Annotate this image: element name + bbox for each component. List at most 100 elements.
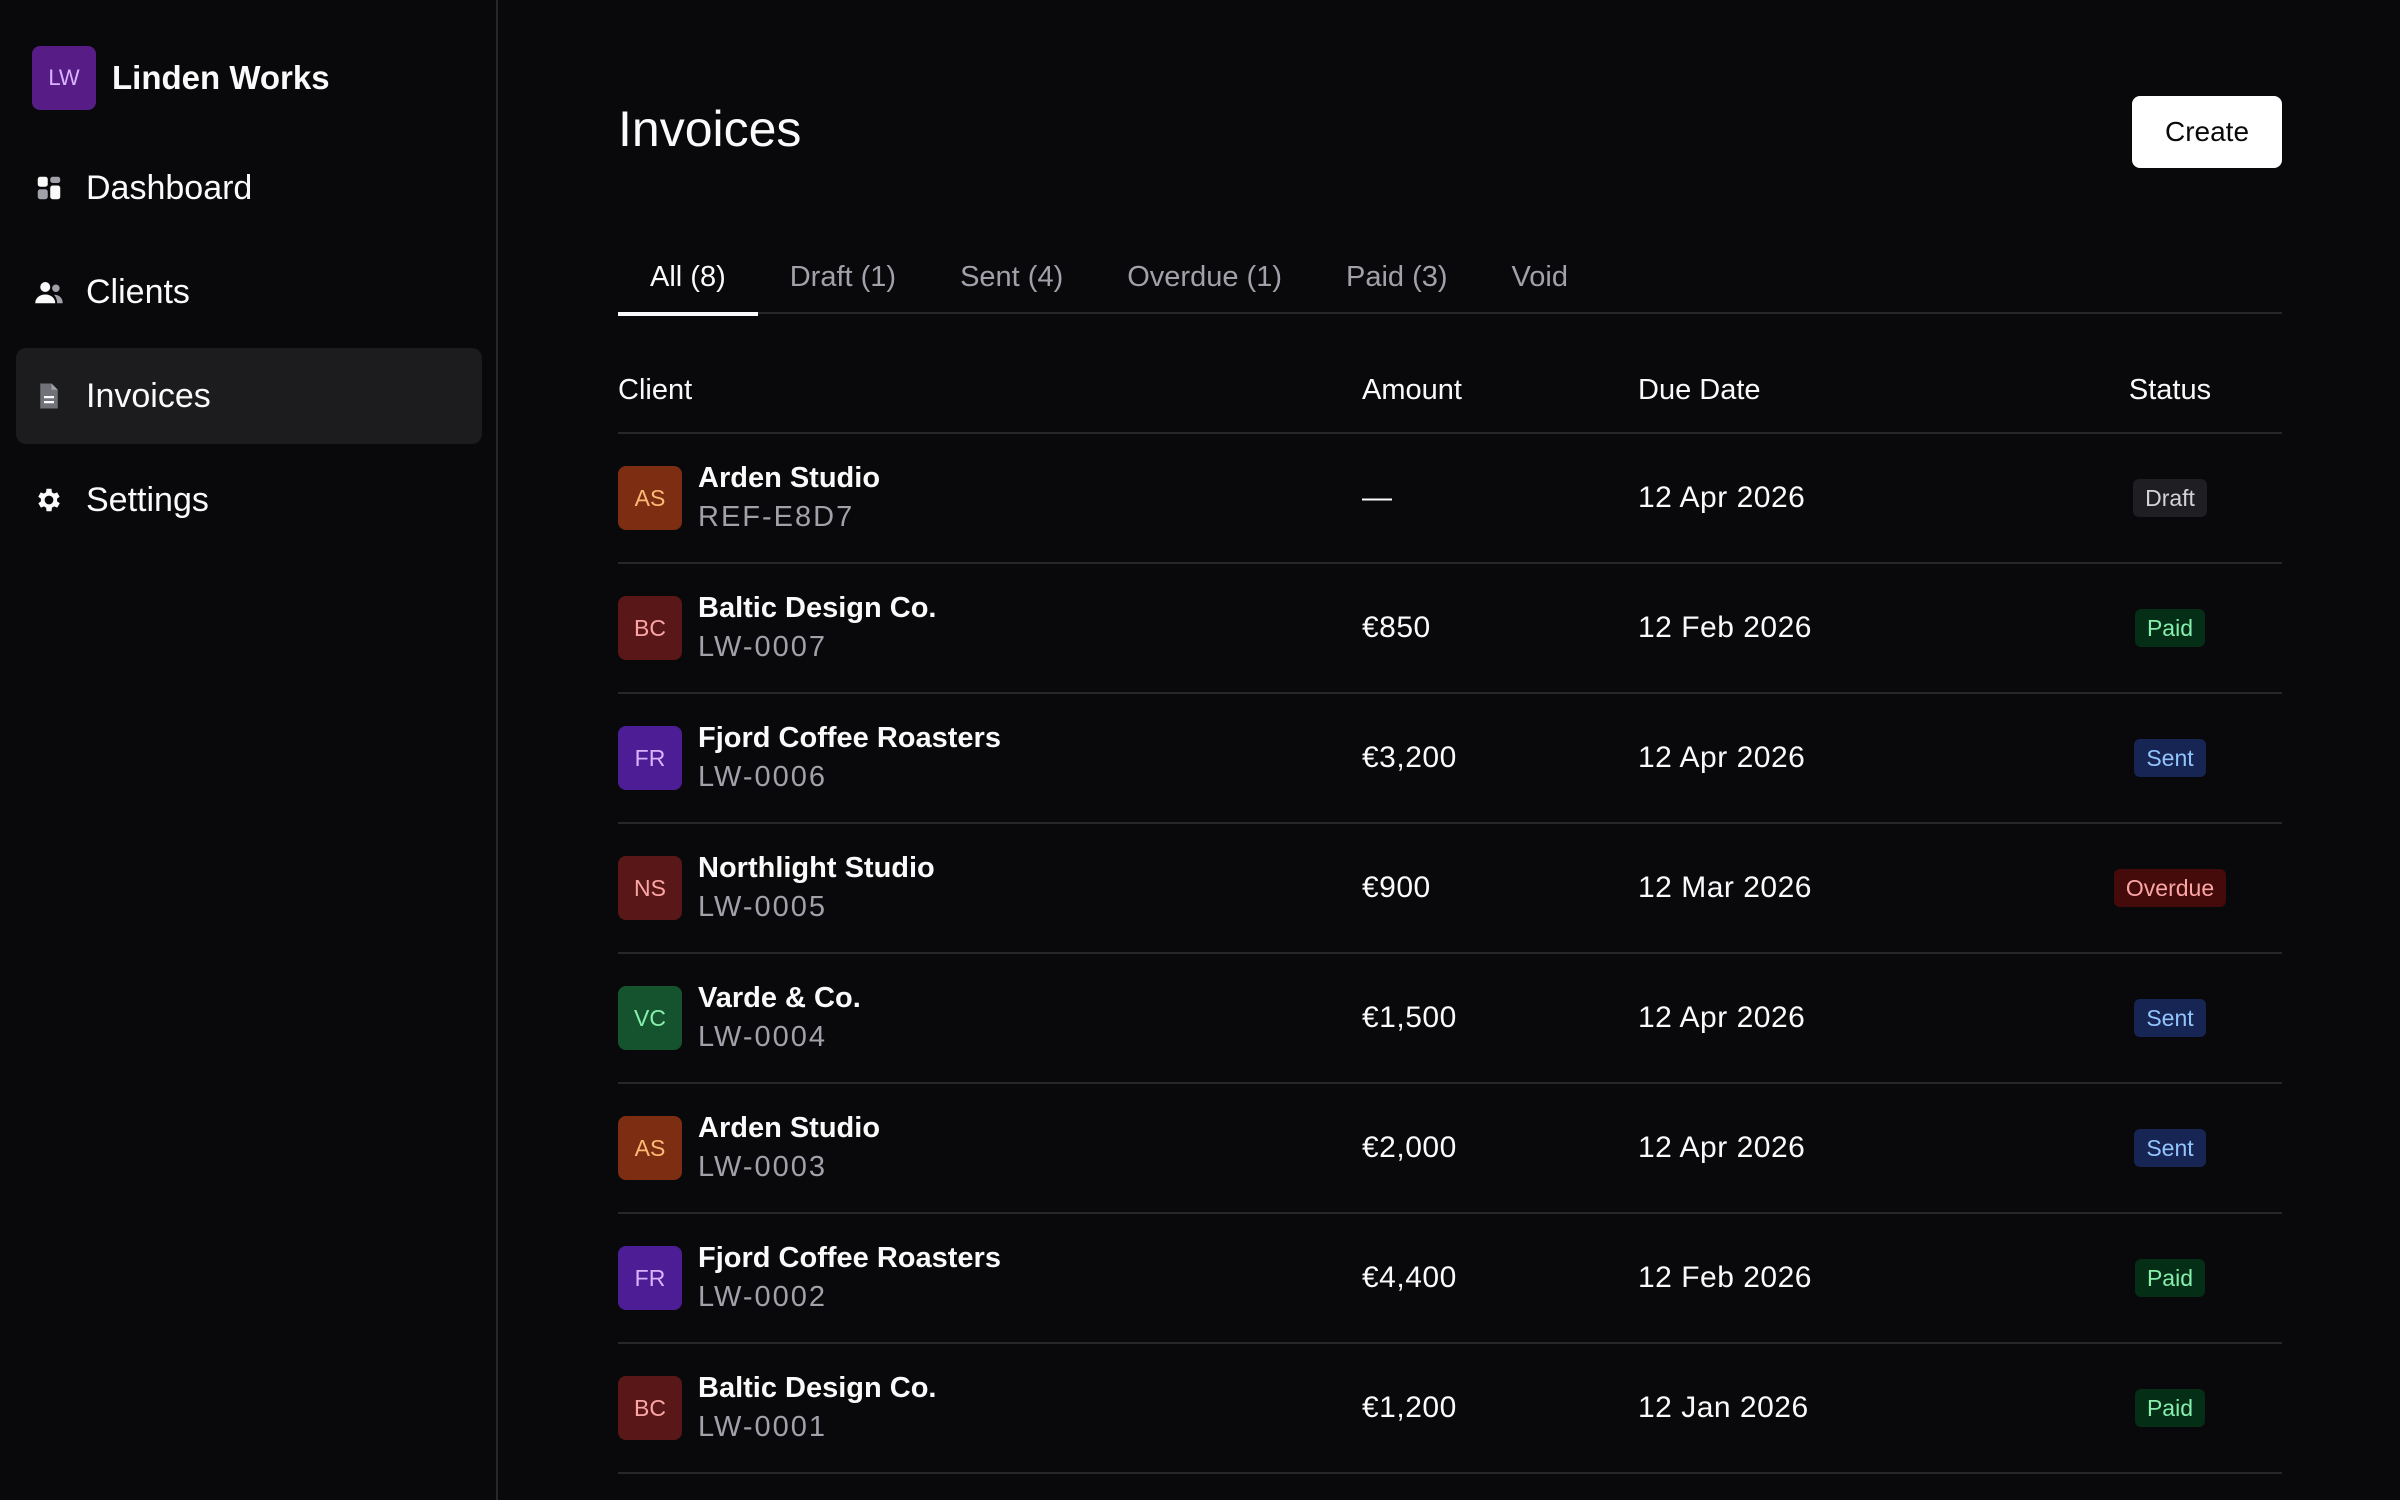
tab-overdue[interactable]: Overdue (1): [1095, 240, 1314, 314]
client-cell: NS Northlight Studio LW-0005: [618, 852, 1362, 924]
avatar: FR: [618, 726, 682, 790]
page-title: Invoices: [618, 101, 802, 157]
due-date-cell: 12 Apr 2026: [1638, 1001, 1806, 1034]
client-name: Arden Studio: [698, 462, 881, 494]
status-badge: Overdue: [2113, 869, 2227, 907]
brand[interactable]: LW Linden Works: [32, 46, 330, 110]
sidebar-item-invoices[interactable]: Invoices: [16, 348, 482, 444]
invoices-table: Client Amount Due Date Status AS Arden St…: [618, 348, 2282, 1474]
tab-sent[interactable]: Sent (4): [928, 240, 1095, 314]
client-text: Northlight Studio LW-0005: [698, 852, 935, 924]
status-tabs: All (8) Draft (1) Sent (4) Overdue (1) P…: [618, 240, 2282, 316]
invoice-reference: LW-0007: [698, 631, 827, 663]
tab-all[interactable]: All (8): [618, 240, 758, 316]
status-cell: Paid: [2058, 1389, 2282, 1427]
sidebar-item-settings[interactable]: Settings: [16, 452, 482, 548]
client-text: Arden Studio REF-E8D7: [698, 462, 880, 534]
table-row[interactable]: FR Fjord Coffee Roasters LW-0002 €4,400 12 F…: [618, 1214, 2282, 1344]
header-client[interactable]: Client: [618, 374, 1362, 407]
table-row[interactable]: BC Baltic Design Co. LW-0007 €850 12 Feb 202…: [618, 564, 2282, 694]
table-row[interactable]: AS Arden Studio REF-E8D7 — 12 Apr 2026 Draft: [618, 434, 2282, 564]
avatar: AS: [618, 466, 682, 530]
table-header: Client Amount Due Date Status: [618, 348, 2282, 434]
table-row[interactable]: VC Varde & Co. LW-0004 €1,500 12 Apr 2026 Sen…: [618, 954, 2282, 1084]
table-row[interactable]: FR Fjord Coffee Roasters LW-0006 €3,200 12 A…: [618, 694, 2282, 824]
sidebar-item-clients[interactable]: Clients: [16, 244, 482, 340]
amount-cell: €1,200: [1362, 1391, 1457, 1424]
client-cell: BC Baltic Design Co. LW-0007: [618, 592, 1362, 664]
client-name: Fjord Coffee Roasters: [698, 722, 1001, 754]
client-name: Baltic Design Co.: [698, 592, 937, 624]
amount-cell: €4,400: [1362, 1261, 1457, 1294]
avatar: NS: [618, 856, 682, 920]
status-badge: Draft: [2133, 479, 2207, 517]
client-text: Arden Studio LW-0003: [698, 1112, 880, 1184]
client-name: Fjord Coffee Roasters: [698, 1242, 1001, 1274]
amount-cell: —: [1362, 481, 1393, 514]
tab-paid[interactable]: Paid (3): [1314, 240, 1480, 314]
create-button[interactable]: Create: [2132, 96, 2282, 168]
invoice-reference: LW-0003: [698, 1151, 827, 1183]
header-amount[interactable]: Amount: [1362, 374, 1638, 407]
due-date-cell: 12 Apr 2026: [1638, 481, 1806, 514]
client-name: Arden Studio: [698, 1112, 881, 1144]
file-icon: [34, 381, 64, 411]
status-badge: Sent: [2134, 1129, 2206, 1167]
client-name: Northlight Studio: [698, 852, 935, 884]
avatar: BC: [618, 596, 682, 660]
invoice-reference: LW-0006: [698, 761, 827, 793]
users-icon: [34, 277, 64, 307]
client-cell: BC Baltic Design Co. LW-0001: [618, 1372, 1362, 1444]
table-body: AS Arden Studio REF-E8D7 — 12 Apr 2026 Draft B…: [618, 434, 2282, 1474]
sidebar: LW Linden Works Dashboard Clients Invoic…: [0, 0, 498, 1500]
sidebar-item-label: Clients: [86, 272, 190, 311]
amount-cell: €850: [1362, 611, 1431, 644]
invoice-reference: LW-0005: [698, 891, 827, 923]
table-row[interactable]: AS Arden Studio LW-0003 €2,000 12 Apr 2026 Se…: [618, 1084, 2282, 1214]
tab-draft[interactable]: Draft (1): [758, 240, 928, 314]
avatar: BC: [618, 1376, 682, 1440]
status-badge: Paid: [2134, 1259, 2206, 1297]
sidebar-nav: Dashboard Clients Invoices Settings: [16, 140, 482, 556]
status-badge: Paid: [2134, 1389, 2206, 1427]
table-row[interactable]: BC Baltic Design Co. LW-0001 €1,200 12 Jan 2…: [618, 1344, 2282, 1474]
gear-icon: [34, 485, 64, 515]
header-status[interactable]: Status: [2058, 374, 2282, 407]
status-cell: Overdue: [2058, 869, 2282, 907]
client-text: Fjord Coffee Roasters LW-0002: [698, 1242, 1001, 1314]
header-due-date[interactable]: Due Date: [1638, 374, 2058, 407]
tab-void[interactable]: Void: [1480, 240, 1600, 314]
amount-cell: €900: [1362, 871, 1431, 904]
status-cell: Draft: [2058, 479, 2282, 517]
sidebar-item-label: Settings: [86, 480, 209, 519]
invoice-reference: REF-E8D7: [698, 501, 855, 533]
avatar: AS: [618, 1116, 682, 1180]
client-cell: AS Arden Studio LW-0003: [618, 1112, 1362, 1184]
status-cell: Paid: [2058, 1259, 2282, 1297]
invoice-reference: LW-0004: [698, 1021, 827, 1053]
due-date-cell: 12 Mar 2026: [1638, 871, 1812, 904]
sidebar-item-dashboard[interactable]: Dashboard: [16, 140, 482, 236]
due-date-cell: 12 Apr 2026: [1638, 1131, 1806, 1164]
header-status-label: Status: [2128, 373, 2212, 406]
status-badge: Sent: [2134, 739, 2206, 777]
status-cell: Sent: [2058, 739, 2282, 777]
client-text: Baltic Design Co. LW-0007: [698, 592, 937, 664]
avatar: VC: [618, 986, 682, 1050]
brand-logo: LW: [32, 46, 96, 110]
invoice-reference: LW-0001: [698, 1411, 827, 1443]
due-date-cell: 12 Jan 2026: [1638, 1391, 1809, 1424]
table-row[interactable]: NS Northlight Studio LW-0005 €900 12 Mar 202…: [618, 824, 2282, 954]
amount-cell: €1,500: [1362, 1001, 1457, 1034]
dashboard-icon: [34, 173, 64, 203]
sidebar-item-label: Dashboard: [86, 168, 253, 207]
invoice-reference: LW-0002: [698, 1281, 827, 1313]
client-cell: VC Varde & Co. LW-0004: [618, 982, 1362, 1054]
client-cell: FR Fjord Coffee Roasters LW-0006: [618, 722, 1362, 794]
avatar: FR: [618, 1246, 682, 1310]
status-cell: Paid: [2058, 609, 2282, 647]
status-cell: Sent: [2058, 1129, 2282, 1167]
client-text: Baltic Design Co. LW-0001: [698, 1372, 937, 1444]
sidebar-item-label: Invoices: [86, 376, 211, 415]
client-text: Varde & Co. LW-0004: [698, 982, 861, 1054]
